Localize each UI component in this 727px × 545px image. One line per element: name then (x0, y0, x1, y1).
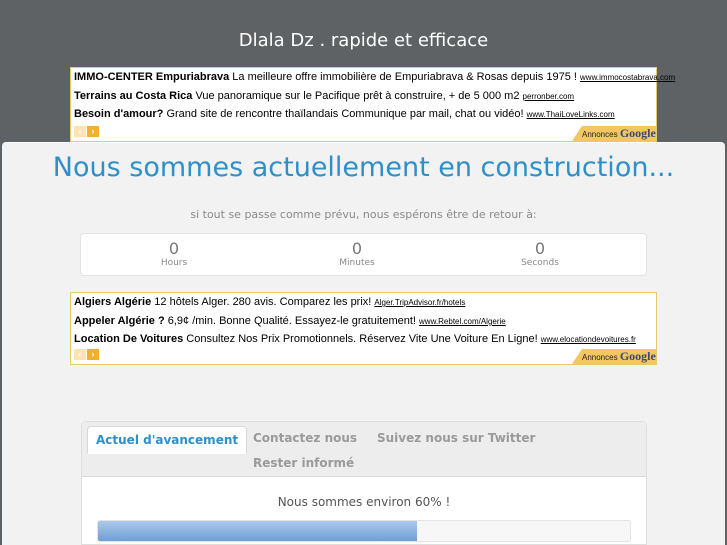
ad-item-url[interactable]: www.elocationdevoitures.fr (541, 335, 636, 344)
ad-item-title[interactable]: Appeler Algérie ? (74, 315, 165, 327)
ad-banner-middle: Algiers Algérie 12 hôtels Alger. 280 avi… (70, 292, 657, 365)
ad-item[interactable]: IMMO-CENTER Empuriabrava La meilleure of… (74, 71, 675, 83)
ad-choices-label: Annonces (582, 353, 620, 362)
countdown-minutes-label: Minutes (339, 258, 375, 268)
ad-nav: ‹ › (74, 121, 100, 139)
countdown-seconds: 0 Seconds (490, 239, 590, 269)
ad-item[interactable]: Besoin d'amour? Grand site de rencontre … (74, 108, 615, 120)
tabs-panel: Actuel d'avancement Contactez nous Suive… (81, 421, 647, 545)
ad-item[interactable]: Terrains au Costa Rica Vue panoramique s… (74, 90, 574, 102)
site-title: Dlala Dz . rapide et efficace (238, 30, 489, 51)
page-title: Nous sommes actuellement en construction… (52, 152, 675, 183)
ad-item[interactable]: Algiers Algérie 12 hôtels Alger. 280 avi… (74, 296, 465, 308)
ad-item-title[interactable]: Terrains au Costa Rica (74, 90, 192, 102)
countdown-hours-value: 0 (168, 239, 180, 258)
chevron-left-icon[interactable]: ‹ (74, 126, 86, 137)
ad-choices-badge[interactable]: Annonces Google (572, 126, 656, 141)
countdown-seconds-label: Seconds (521, 258, 559, 268)
ad-item-url[interactable]: perronber.com (523, 92, 575, 101)
ad-item-text: Consultez Nos Prix Promotionnels. Réserv… (183, 333, 541, 345)
ad-item-title[interactable]: Algiers Algérie (74, 296, 151, 308)
chevron-right-icon[interactable]: › (87, 349, 99, 360)
progress-bar-fill (98, 521, 418, 541)
ad-item-url[interactable]: www.immocostabrava.com (580, 73, 675, 82)
ad-choices-label: Annonces (582, 130, 620, 139)
chevron-right-icon[interactable]: › (87, 126, 99, 137)
tab-contact[interactable]: Contactez nous (253, 431, 357, 445)
countdown-seconds-value: 0 (534, 239, 546, 258)
google-logo: Google (619, 126, 656, 140)
page-subtitle: si tout se passe comme prévu, nous espér… (190, 208, 537, 221)
ad-item-text: Grand site de rencontre thaïlandais Comm… (163, 108, 527, 120)
ad-item-url[interactable]: www.ThaiLoveLinks.com (527, 110, 615, 119)
google-logo: Google (619, 349, 656, 363)
ad-item-text: 6,9¢ /min. Bonne Qualité. Essayez-le gra… (164, 315, 420, 327)
countdown-hours: 0 Hours (124, 239, 224, 269)
tab-twitter[interactable]: Suivez nous sur Twitter (377, 431, 535, 445)
countdown-minutes-value: 0 (351, 239, 363, 258)
progress-bar (97, 520, 631, 542)
ad-item-url[interactable]: www.Rebtel.com/Algerie (419, 317, 506, 326)
ad-banner-top: IMMO-CENTER Empuriabrava La meilleure of… (70, 67, 675, 142)
tab-bar: Actuel d'avancement Contactez nous Suive… (82, 422, 646, 477)
ad-item-title[interactable]: Besoin d'amour? (74, 108, 163, 120)
ad-item-text: Vue panoramique sur le Pacifique prêt à … (192, 90, 523, 102)
ad-choices-badge[interactable]: Annonces Google (572, 349, 656, 364)
chevron-left-icon[interactable]: ‹ (74, 349, 86, 360)
ad-item-text: 12 hôtels Alger. 280 avis. Comparez les … (151, 296, 375, 308)
ad-nav: ‹ › (74, 344, 100, 362)
progress-text: Nous sommes environ 60% ! (277, 495, 451, 509)
countdown-hours-label: Hours (160, 258, 188, 268)
ad-item-text: La meilleure offre immobilière de Empuri… (229, 71, 581, 83)
tab-progress[interactable]: Actuel d'avancement (87, 426, 248, 454)
ad-item-url[interactable]: Alger.TripAdvisor.fr/hotels (374, 298, 465, 307)
ad-item[interactable]: Appeler Algérie ? 6,9¢ /min. Bonne Quali… (74, 315, 506, 327)
countdown-timer: 0 Hours 0 Minutes 0 Seconds (80, 233, 647, 276)
tab-stay-informed[interactable]: Rester informé (253, 456, 354, 470)
ad-item-title[interactable]: IMMO-CENTER Empuriabrava (74, 71, 229, 83)
countdown-minutes: 0 Minutes (307, 239, 407, 269)
ad-item[interactable]: Location De Voitures Consultez Nos Prix … (74, 333, 636, 345)
